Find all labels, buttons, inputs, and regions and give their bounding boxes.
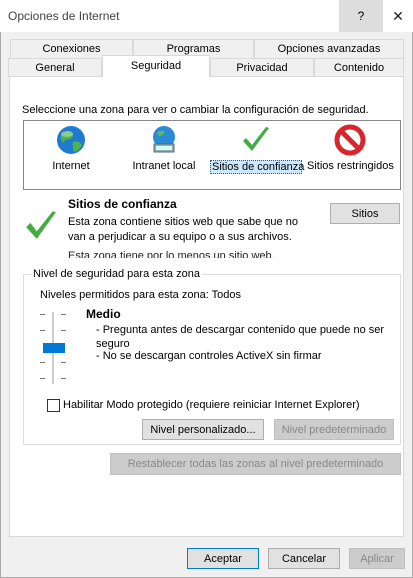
help-button[interactable]: ? — [339, 0, 383, 32]
close-button[interactable]: ✕ — [383, 0, 413, 32]
slider-tick — [61, 314, 66, 315]
zone-label-restringidos: Sitios restringidos — [307, 160, 394, 172]
zone-label-confianza: Sitios de confianza — [210, 160, 305, 174]
tab-privacidad[interactable]: Privacidad — [210, 58, 314, 77]
zone-label-internet: Internet — [52, 160, 90, 172]
zone-internet[interactable]: Internet — [46, 124, 96, 172]
tab-general[interactable]: General — [8, 58, 102, 77]
ok-button[interactable]: Aceptar — [187, 548, 259, 569]
window-title: Opciones de Internet — [8, 9, 120, 23]
slider-tick — [61, 362, 66, 363]
zone-label-intranet: Intranet local — [132, 160, 196, 172]
zone-intranet-local[interactable]: Intranet local — [128, 124, 200, 172]
slider-tick — [40, 362, 45, 363]
level-name: Medio — [86, 307, 121, 321]
zone-title: Sitios de confianza — [68, 197, 177, 211]
slider-tick — [61, 378, 66, 379]
cancel-button[interactable]: Cancelar — [268, 548, 340, 569]
allowed-levels: Niveles permitidos para esta zona: Todos — [40, 289, 241, 301]
zone-note: Esta zona tiene por lo menos un sitio we… — [68, 250, 275, 258]
slider-thumb[interactable] — [43, 343, 65, 353]
custom-level-button[interactable]: Nivel personalizado... — [142, 419, 264, 440]
slider-tick — [40, 378, 45, 379]
security-level-title: Nivel de seguridad para esta zona — [31, 268, 202, 280]
security-slider[interactable] — [38, 310, 68, 386]
protected-mode-checkbox[interactable] — [47, 399, 60, 412]
tab-seguridad[interactable]: Seguridad — [102, 55, 210, 77]
default-level-button[interactable]: Nivel predeterminado — [274, 419, 394, 440]
intranet-icon — [148, 124, 180, 156]
zone-sitios-confianza[interactable]: Sitios de confianza — [210, 124, 305, 174]
sites-button[interactable]: Sitios — [330, 203, 400, 224]
apply-button[interactable]: Aplicar — [349, 548, 405, 569]
checkmark-icon — [240, 124, 272, 156]
globe-icon — [55, 124, 87, 156]
tab-opciones-avanzadas[interactable]: Opciones avanzadas — [254, 39, 404, 58]
zone-instruction: Seleccione una zona para ver o cambiar l… — [22, 104, 369, 116]
zone-sitios-restringidos[interactable]: Sitios restringidos — [306, 124, 394, 172]
checkmark-large-icon — [24, 208, 58, 242]
slider-tick — [61, 330, 66, 331]
slider-tick — [40, 330, 45, 331]
slider-tick — [40, 314, 45, 315]
reset-all-zones-button[interactable]: Restablecer todas las zonas al nivel pre… — [110, 453, 401, 475]
zone-description: Esta zona contiene sitios web que sabe q… — [68, 216, 298, 243]
tab-contenido[interactable]: Contenido — [314, 58, 404, 77]
prohibited-icon — [334, 124, 366, 156]
protected-mode-label[interactable]: Habilitar Modo protegido (requiere reini… — [63, 399, 360, 411]
level-bullet: - No se descargan controles ActiveX sin … — [96, 350, 322, 362]
level-bullet: - Pregunta antes de descargar contenido … — [96, 324, 385, 350]
